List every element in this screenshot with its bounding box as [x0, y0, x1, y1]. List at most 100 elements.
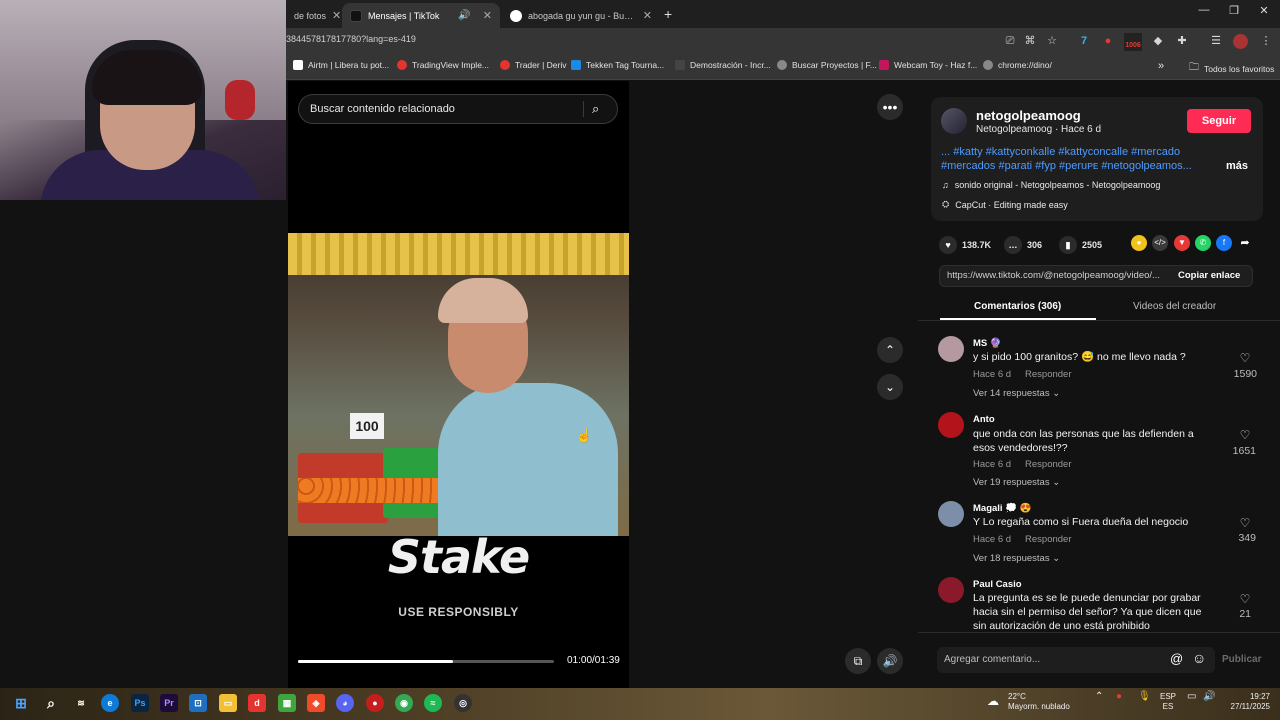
reply-button[interactable]: Responder [1025, 369, 1071, 380]
file-explorer-icon[interactable]: ▭ [219, 694, 237, 712]
tray-app-icon[interactable]: ● [1116, 692, 1122, 702]
chevron-up-icon[interactable]: ⌃ [877, 337, 903, 363]
copy-link-button[interactable]: Copiar enlace [1178, 270, 1240, 281]
view-replies[interactable]: Ver 18 respuestas ⌄ [973, 553, 1060, 564]
bookmark-tekken[interactable]: Tekken Tag Tourna... [571, 60, 664, 70]
commenter-name[interactable]: Magali 💭 😍 [973, 503, 1032, 514]
bookmarks-overflow-icon[interactable]: » [1158, 60, 1164, 72]
edge-icon[interactable]: e [101, 694, 119, 712]
mention-icon[interactable]: @ [1170, 651, 1183, 666]
commenter-avatar[interactable] [938, 336, 964, 362]
restore-icon[interactable]: ❐ [1224, 4, 1244, 17]
more-button[interactable]: más [1226, 160, 1248, 172]
spotify-icon[interactable]: ≈ [424, 694, 442, 712]
reply-button[interactable]: Responder [1025, 459, 1071, 470]
extension-badge-icon[interactable]: 1006 [1124, 33, 1142, 51]
chrome-icon[interactable]: ◉ [395, 694, 413, 712]
language-indicator[interactable]: ESP ES [1160, 692, 1176, 712]
comment-like-icon[interactable]: ♡ [1233, 592, 1257, 606]
url-field[interactable]: 384457817817780?lang=es-419 [286, 34, 416, 44]
close-window-icon[interactable]: ✕ [1254, 4, 1274, 17]
obs-icon[interactable]: ◎ [454, 694, 472, 712]
media-icon[interactable]: ☰ [1208, 33, 1224, 49]
publish-button[interactable]: Publicar [1222, 654, 1261, 665]
progress-fill[interactable] [298, 660, 453, 663]
comment-like-icon[interactable]: ♡ [1233, 516, 1257, 530]
creator-avatar[interactable] [941, 108, 967, 134]
tab-comments[interactable]: Comentarios (306) [974, 301, 1061, 312]
tab-creator-videos[interactable]: Videos del creador [1133, 301, 1216, 312]
comment-like-icon[interactable]: ♡ [1233, 351, 1257, 365]
send-icon[interactable]: ▼ [1174, 235, 1190, 251]
facebook-icon[interactable]: f [1216, 235, 1232, 251]
follow-button[interactable]: Seguir [1187, 109, 1251, 133]
tab-google-search[interactable]: abogada gu yun gu - Buscar co ✕ [502, 3, 660, 28]
creator-username[interactable]: netogolpeamoog [976, 108, 1081, 123]
volume-icon[interactable]: 🔊 [877, 648, 903, 674]
chevron-down-icon[interactable]: ⌄ [877, 374, 903, 400]
tab-tiktok-messages[interactable]: Mensajes | TikTok 🔊 ✕ [342, 3, 500, 28]
whatsapp-icon[interactable]: ✆ [1195, 235, 1211, 251]
discord-icon[interactable]: ◕ [336, 694, 354, 712]
star-icon[interactable]: ☆ [1044, 33, 1060, 49]
weather-icon[interactable]: ☁ [987, 694, 999, 708]
bookmark-dino[interactable]: chrome://dino/ [983, 60, 1052, 70]
reply-button[interactable]: Responder [1025, 534, 1071, 545]
red-app-icon[interactable]: ● [366, 694, 384, 712]
photoshop-icon[interactable]: Ps [131, 694, 149, 712]
share-link[interactable]: https://www.tiktok.com/@netogolpeamoog/v… [947, 270, 1162, 281]
commenter-avatar[interactable] [938, 501, 964, 527]
task-view-icon[interactable]: ≋ [72, 694, 90, 712]
translate-icon[interactable]: ⌘ [1022, 33, 1038, 49]
commenter-avatar[interactable] [938, 577, 964, 603]
bookmark-tradingview[interactable]: TradingView Imple... [397, 60, 489, 70]
commenter-name[interactable]: MS 🔮 [973, 338, 1002, 349]
clock[interactable]: 19:27 27/11/2025 [1230, 692, 1270, 712]
deriv-app-icon[interactable]: d [248, 694, 266, 712]
puzzle-icon[interactable]: ✚ [1174, 33, 1190, 49]
post-description[interactable]: ... #katty #kattyconkalle #kattyconcalle… [941, 145, 1211, 173]
emoji-icon[interactable]: ☺ [1192, 650, 1206, 666]
share-arrow-icon[interactable]: ➦ [1237, 235, 1253, 251]
bookmark-deriv[interactable]: Trader | Deriv [500, 60, 567, 70]
bookmark-webcam-toy[interactable]: Webcam Toy - Haz f... [879, 60, 977, 70]
commenter-name[interactable]: Anto [973, 414, 995, 425]
sound-row[interactable]: ♫ sonido original - Netogolpeamos - Netog… [942, 180, 1160, 190]
close-icon[interactable]: ✕ [483, 9, 492, 22]
commenter-avatar[interactable] [938, 412, 964, 438]
tray-overflow-icon[interactable]: ⌃ [1095, 692, 1103, 702]
start-icon[interactable]: ⊞ [12, 694, 30, 712]
comment-like-icon[interactable]: ♡ [1233, 428, 1257, 442]
bookmark-demo[interactable]: Demostración - Incr... [675, 60, 771, 70]
like-stat[interactable]: ♥ 138.7K [939, 236, 991, 254]
store-icon[interactable]: ⊡ [189, 694, 207, 712]
new-tab-button[interactable]: + [664, 6, 672, 22]
view-replies[interactable]: Ver 19 respuestas ⌄ [973, 477, 1060, 488]
extension-red-icon[interactable]: ● [1100, 33, 1116, 49]
speaker-icon[interactable]: 🔊 [458, 10, 470, 21]
minecraft-icon[interactable]: ▦ [278, 694, 296, 712]
commenter-name[interactable]: Paul Casio [973, 579, 1022, 590]
profile-avatar[interactable] [1233, 34, 1248, 49]
diamond-icon[interactable]: ◆ [1150, 33, 1166, 49]
menu-icon[interactable]: ⋮ [1258, 33, 1274, 49]
search-input[interactable]: Buscar contenido relacionado [298, 94, 618, 124]
volume-tray-icon[interactable]: 🔊 [1203, 692, 1215, 702]
save-stat[interactable]: ▮ 2505 [1059, 236, 1102, 254]
bookmark-airtm[interactable]: Airtm | Libera tu pot... [293, 60, 389, 70]
embed-icon[interactable]: </> [1152, 235, 1168, 251]
premiere-icon[interactable]: Pr [160, 694, 178, 712]
search-icon[interactable]: ⌕ [592, 101, 599, 117]
microphone-icon[interactable]: 🎙 [1138, 692, 1151, 702]
extension-7-icon[interactable]: 7 [1076, 33, 1092, 49]
search-icon[interactable]: ⌕ [42, 694, 60, 712]
close-icon[interactable]: ✕ [332, 9, 341, 22]
comment-stat[interactable]: … 306 [1004, 236, 1042, 254]
cast-icon[interactable]: ⎚ [1002, 33, 1018, 49]
weather-widget[interactable]: 22°C Mayorm. nublado [1008, 692, 1070, 712]
brave-icon[interactable]: ◈ [307, 694, 325, 712]
all-bookmarks[interactable]: 🗀 Todos los favoritos [1189, 60, 1274, 77]
minimize-icon[interactable]: — [1194, 4, 1214, 16]
network-icon[interactable]: ▭ [1187, 692, 1196, 702]
bookmark-proyectos[interactable]: Buscar Proyectos | F... [777, 60, 877, 70]
